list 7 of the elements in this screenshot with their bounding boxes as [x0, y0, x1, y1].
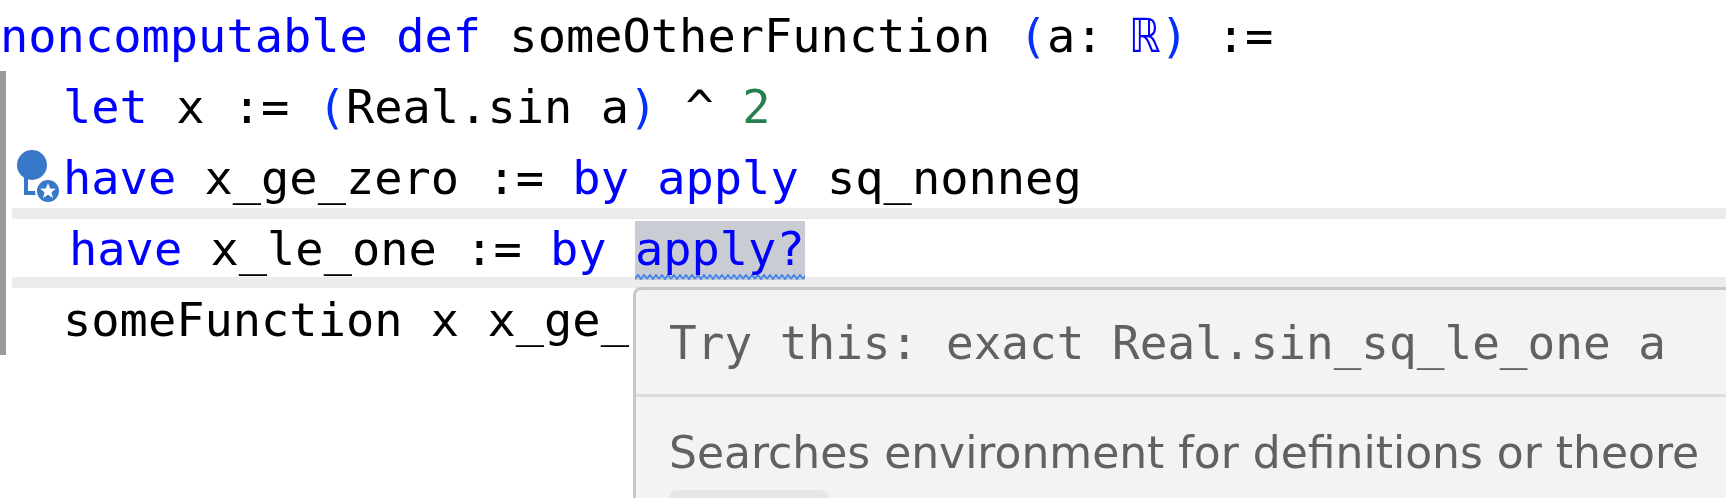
code-line: let x := (Real.sin a) ^ 2	[63, 79, 771, 134]
code-line: someFunction x x_ge_	[63, 292, 629, 347]
lightbulb-icon[interactable]	[14, 149, 62, 205]
code-line: have x_ge_zero := by apply sq_nonneg	[63, 150, 1082, 205]
suggestion-text[interactable]: Try this: exact Real.sin_sq_le_one a	[636, 290, 1726, 397]
code-line: noncomputable def someOtherFunction (a: ℝ) :=	[0, 8, 1274, 63]
docs-text: Searches environment for definitions or theore	[668, 426, 1701, 478]
